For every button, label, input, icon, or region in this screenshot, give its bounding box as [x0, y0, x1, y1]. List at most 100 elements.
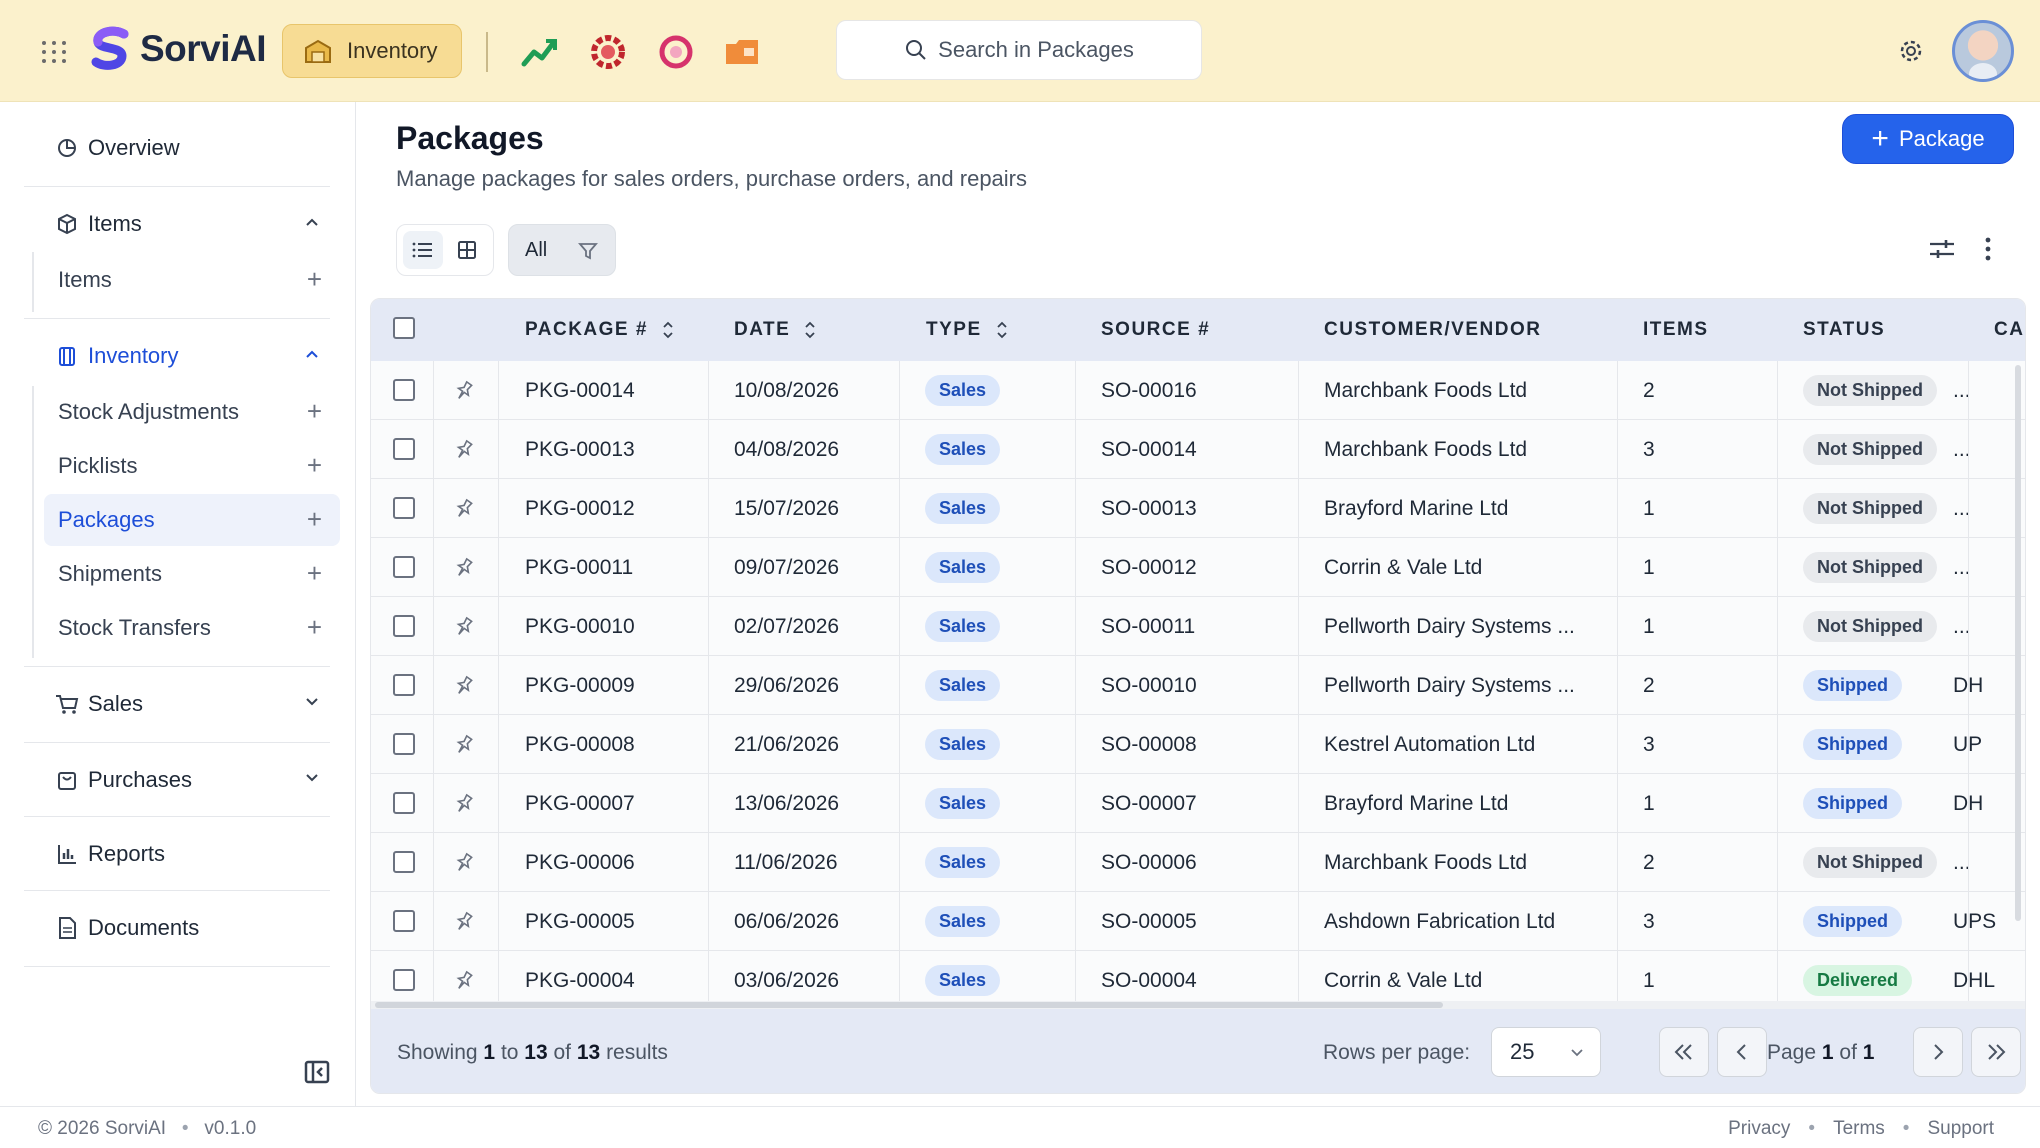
pin-icon[interactable]	[453, 892, 475, 951]
list-view-button[interactable]	[403, 231, 443, 269]
sidebar-group-inventory[interactable]: Inventory	[24, 328, 330, 384]
pin-icon[interactable]	[453, 538, 475, 597]
sidebar-item-shipments[interactable]: Shipments +	[44, 548, 340, 600]
select-all-checkbox[interactable]	[393, 317, 415, 339]
next-page-button[interactable]	[1913, 1027, 1963, 1077]
plus-icon[interactable]: +	[307, 452, 322, 478]
sidebar-item-stock-adjustments[interactable]: Stock Adjustments +	[44, 386, 340, 438]
pin-icon[interactable]	[453, 774, 475, 833]
type-badge: Sales	[925, 670, 1001, 701]
cell-package[interactable]: PKG-00007	[525, 774, 635, 833]
search-input[interactable]: Search in Packages	[836, 20, 1202, 80]
privacy-link[interactable]: Privacy	[1728, 1118, 1790, 1140]
column-header-date[interactable]: DATE	[734, 319, 816, 341]
settings-gear-icon[interactable]	[1898, 38, 1924, 64]
cell-package[interactable]: PKG-00008	[525, 715, 635, 774]
row-checkbox[interactable]	[393, 674, 415, 696]
cell-package[interactable]: PKG-00010	[525, 597, 635, 656]
column-header-customer[interactable]: CUSTOMER/VENDOR	[1324, 319, 1541, 341]
pin-icon[interactable]	[453, 420, 475, 479]
header-label: DATE	[734, 319, 791, 340]
row-checkbox[interactable]	[393, 438, 415, 460]
cell-source[interactable]: SO-00013	[1101, 479, 1197, 538]
support-lifebuoy-icon[interactable]	[656, 32, 696, 72]
sidebar-item-packages[interactable]: Packages +	[44, 494, 340, 546]
row-checkbox[interactable]	[393, 910, 415, 932]
column-header-source[interactable]: SOURCE #	[1101, 319, 1210, 341]
plus-icon[interactable]: +	[307, 614, 322, 640]
column-header-package[interactable]: PACKAGE #	[525, 319, 674, 341]
row-checkbox[interactable]	[393, 497, 415, 519]
cell-source[interactable]: SO-00010	[1101, 656, 1197, 715]
plus-icon[interactable]: +	[307, 398, 322, 424]
row-checkbox[interactable]	[393, 615, 415, 637]
column-header-status[interactable]: STATUS	[1803, 319, 1885, 341]
cell-package[interactable]: PKG-00011	[525, 538, 633, 597]
repair-gear-icon[interactable]	[588, 32, 628, 72]
row-checkbox[interactable]	[393, 556, 415, 578]
previous-page-button[interactable]	[1717, 1027, 1767, 1077]
row-checkbox[interactable]	[393, 792, 415, 814]
sidebar-group-items[interactable]: Items	[24, 196, 330, 252]
sidebar-item-stock-transfers[interactable]: Stock Transfers +	[44, 602, 340, 654]
pin-icon[interactable]	[453, 597, 475, 656]
plus-icon[interactable]: +	[307, 266, 322, 292]
sort-icon	[805, 321, 815, 339]
sidebar-item-items[interactable]: Items +	[44, 254, 340, 306]
sidebar-group-purchases[interactable]: Purchases	[24, 752, 330, 808]
pin-icon[interactable]	[453, 656, 475, 715]
sales-trend-icon[interactable]	[520, 32, 560, 72]
cell-package[interactable]: PKG-00013	[525, 420, 635, 479]
column-header-carrier[interactable]: CAI	[1994, 319, 2025, 341]
pin-icon[interactable]	[453, 715, 475, 774]
cell-source[interactable]: SO-00008	[1101, 715, 1197, 774]
support-link[interactable]: Support	[1927, 1118, 1994, 1140]
more-options-icon[interactable]	[1984, 236, 1992, 262]
vertical-scrollbar[interactable]	[2015, 365, 2021, 921]
rows-per-page-select[interactable]: 25	[1491, 1027, 1601, 1077]
cell-source[interactable]: SO-00012	[1101, 538, 1197, 597]
cell-package[interactable]: PKG-00006	[525, 833, 635, 892]
plus-icon[interactable]: +	[307, 560, 322, 586]
plus-icon[interactable]: +	[307, 506, 322, 532]
cell-package[interactable]: PKG-00005	[525, 892, 635, 951]
row-checkbox[interactable]	[393, 379, 415, 401]
sidebar-item-overview[interactable]: Overview	[24, 120, 330, 176]
grid-view-button[interactable]	[447, 231, 487, 269]
terms-link[interactable]: Terms	[1833, 1118, 1885, 1140]
sidebar-item-reports[interactable]: Reports	[24, 826, 330, 882]
sidebar-item-picklists[interactable]: Picklists +	[44, 440, 340, 492]
cell-package[interactable]: PKG-00009	[525, 656, 635, 715]
cell-package[interactable]: PKG-00012	[525, 479, 635, 538]
app-logo[interactable]: SorviAI	[88, 26, 267, 72]
cell-package[interactable]: PKG-00014	[525, 361, 635, 420]
apps-grid-icon[interactable]	[40, 40, 68, 64]
row-checkbox[interactable]	[393, 969, 415, 991]
sidebar-group-sales[interactable]: Sales	[24, 676, 330, 732]
cell-source[interactable]: SO-00005	[1101, 892, 1197, 951]
column-header-type[interactable]: TYPE	[926, 319, 1008, 341]
add-package-button[interactable]: + Package	[1842, 114, 2014, 164]
row-checkbox[interactable]	[393, 851, 415, 873]
pin-icon[interactable]	[453, 479, 475, 538]
collapse-sidebar-icon[interactable]	[304, 1060, 330, 1084]
pin-icon[interactable]	[453, 361, 475, 420]
sidebar-item-documents[interactable]: Documents	[24, 900, 330, 956]
cell-source[interactable]: SO-00007	[1101, 774, 1197, 833]
first-page-button[interactable]	[1659, 1027, 1709, 1077]
cell-source[interactable]: SO-00016	[1101, 361, 1197, 420]
module-switcher-button[interactable]: Inventory	[282, 24, 462, 78]
pin-icon[interactable]	[453, 833, 475, 892]
cell-source[interactable]: SO-00011	[1101, 597, 1195, 656]
horizontal-scrollbar[interactable]	[371, 1001, 2025, 1009]
scrollbar-thumb[interactable]	[375, 1002, 1443, 1008]
last-page-button[interactable]	[1971, 1027, 2021, 1077]
column-settings-icon[interactable]	[1928, 236, 1956, 262]
cell-source[interactable]: SO-00014	[1101, 420, 1197, 479]
user-avatar[interactable]	[1952, 20, 2014, 82]
row-checkbox[interactable]	[393, 733, 415, 755]
folder-icon[interactable]	[722, 32, 762, 72]
column-header-items[interactable]: ITEMS	[1643, 319, 1709, 341]
filter-dropdown[interactable]: All	[508, 224, 616, 276]
cell-source[interactable]: SO-00006	[1101, 833, 1197, 892]
